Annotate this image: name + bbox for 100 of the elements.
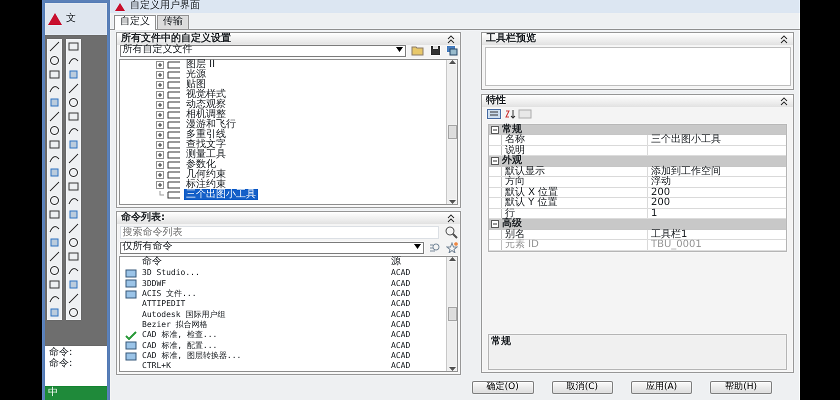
ime-indicator[interactable]: 中 — [48, 388, 58, 398]
expand-icon[interactable] — [156, 60, 164, 68]
scroll-thumb[interactable] — [448, 306, 456, 321]
tool-icon[interactable] — [49, 279, 60, 290]
expand-icon[interactable] — [156, 120, 164, 128]
property-value[interactable]: 三个出图小工具 — [647, 135, 786, 144]
dropdown[interactable]: 仅所有命令 — [120, 242, 424, 254]
scrollbar[interactable] — [446, 60, 457, 204]
tool-icon[interactable] — [68, 153, 79, 164]
expand-icon[interactable] — [156, 90, 164, 98]
tool-icon[interactable] — [68, 125, 79, 136]
command-name[interactable]: Autodesk 国际用户组 — [142, 310, 391, 320]
tree-item[interactable]: 查找文字 — [184, 140, 228, 150]
tree-item[interactable]: 三个出图小工具 — [184, 189, 258, 200]
sort-icon[interactable] — [504, 109, 516, 119]
dropdown[interactable]: 所有自定义文件 — [120, 44, 406, 56]
command-name[interactable]: ACIS 文件... — [142, 290, 391, 298]
scroll-up-icon[interactable] — [448, 60, 456, 64]
find-icon[interactable] — [428, 242, 440, 253]
tool-icon[interactable] — [49, 139, 60, 150]
tool-icon[interactable] — [68, 293, 79, 304]
tree-item[interactable]: 参数化 — [184, 160, 218, 170]
tool-icon[interactable] — [68, 251, 79, 262]
tool-icon[interactable] — [68, 111, 79, 122]
tab[interactable]: 自定义 — [114, 15, 156, 30]
expand-icon[interactable] — [156, 140, 164, 148]
expand-icon[interactable] — [156, 70, 164, 78]
command-name[interactable]: CAD 标准, 检查... — [142, 331, 391, 340]
tool-icon[interactable] — [68, 195, 79, 206]
dialog-button[interactable]: 确定(O) — [472, 380, 534, 394]
tool-icon[interactable] — [68, 167, 79, 178]
tool-icon[interactable] — [68, 265, 79, 276]
property-value[interactable]: 浮动 — [647, 177, 786, 186]
tool-icon[interactable] — [49, 293, 60, 304]
tool-icon[interactable] — [49, 111, 60, 122]
tree-item[interactable]: 测量工具 — [184, 150, 228, 160]
tool-icon[interactable] — [49, 83, 60, 94]
tool-icon[interactable] — [49, 195, 60, 206]
dialog-button[interactable]: 帮助(H) — [710, 380, 772, 394]
expand-icon[interactable] — [156, 80, 164, 88]
tree-item[interactable]: 光源 — [184, 70, 208, 80]
categorized-icon[interactable] — [487, 109, 501, 119]
expand-icon[interactable] — [156, 100, 164, 108]
scroll-down-icon[interactable] — [448, 200, 456, 204]
collapse-icon[interactable] — [779, 34, 789, 44]
property-value[interactable]: 添加到工作空间 — [647, 166, 786, 176]
tool-icon[interactable] — [49, 209, 60, 220]
scroll-up-icon[interactable] — [448, 256, 456, 260]
tool-icon[interactable] — [49, 223, 60, 234]
property-value[interactable]: 1 — [647, 208, 786, 218]
collapse-icon[interactable] — [779, 96, 789, 106]
tree-item[interactable]: 动态观察 — [184, 100, 228, 110]
tree-item[interactable]: 多重引线 — [184, 130, 228, 140]
tree-item[interactable]: 相机调整 — [184, 110, 228, 120]
property-value[interactable]: 200 — [647, 198, 786, 208]
command-name[interactable]: 3D Studio... — [142, 269, 391, 278]
expand-icon[interactable] — [156, 150, 164, 158]
expand-icon[interactable] — [156, 110, 164, 118]
tab[interactable]: 传输 — [157, 15, 189, 28]
search-icon[interactable] — [444, 226, 458, 239]
command-name[interactable]: CAD 标准, 图层转换器... — [142, 352, 391, 360]
tree-item[interactable]: 几何约束 — [184, 170, 228, 180]
tool-icon[interactable] — [68, 237, 79, 248]
command-name[interactable]: Bezier 拟合网格 — [142, 320, 391, 330]
collapse-icon[interactable] — [491, 220, 499, 228]
tool-icon[interactable] — [49, 265, 60, 276]
tool-icon[interactable] — [49, 69, 60, 80]
tree-item[interactable]: 视觉样式 — [184, 90, 228, 100]
scroll-thumb[interactable] — [448, 124, 456, 138]
command-name[interactable]: CAD 标准, 配置... — [142, 342, 391, 350]
caret-icon[interactable] — [396, 47, 402, 52]
star-icon[interactable] — [446, 242, 458, 253]
tool-icon[interactable] — [68, 83, 79, 94]
tree-item[interactable]: 标注约束 — [184, 180, 228, 190]
tool-icon[interactable] — [49, 153, 60, 164]
expand-icon[interactable] — [156, 180, 164, 188]
tool-icon[interactable] — [68, 307, 79, 318]
collapse-icon[interactable] — [446, 212, 456, 222]
scrollbar[interactable] — [446, 256, 457, 372]
tool-icon[interactable] — [49, 181, 60, 192]
command-name[interactable]: CTRL+K — [142, 362, 391, 371]
dialog-button[interactable]: 取消(C) — [552, 380, 614, 394]
menu-item[interactable]: 文 — [66, 14, 76, 24]
tool-icon[interactable] — [68, 181, 79, 192]
property-value[interactable]: 工具栏1 — [647, 230, 786, 239]
tool-icon[interactable] — [49, 41, 60, 52]
tree-item[interactable]: 图层 II — [184, 60, 218, 70]
tool-icon[interactable] — [68, 97, 79, 108]
search-field[interactable]: 搜索命令列表 — [120, 226, 438, 239]
expand-icon[interactable] — [156, 160, 164, 168]
tree-item[interactable]: 贴图 — [184, 80, 208, 90]
tree-item[interactable]: 漫游和飞行 — [184, 120, 238, 130]
collapse-icon[interactable] — [446, 34, 456, 44]
save-icon[interactable] — [430, 45, 440, 56]
command-name[interactable]: 3DDWF — [142, 280, 391, 288]
dialog-button[interactable]: 应用(A) — [631, 380, 692, 394]
tool-icon[interactable] — [49, 251, 60, 262]
tool-icon[interactable] — [68, 223, 79, 234]
command-name[interactable]: ATTIPEDIT — [142, 300, 391, 309]
tool-icon[interactable] — [68, 41, 79, 52]
